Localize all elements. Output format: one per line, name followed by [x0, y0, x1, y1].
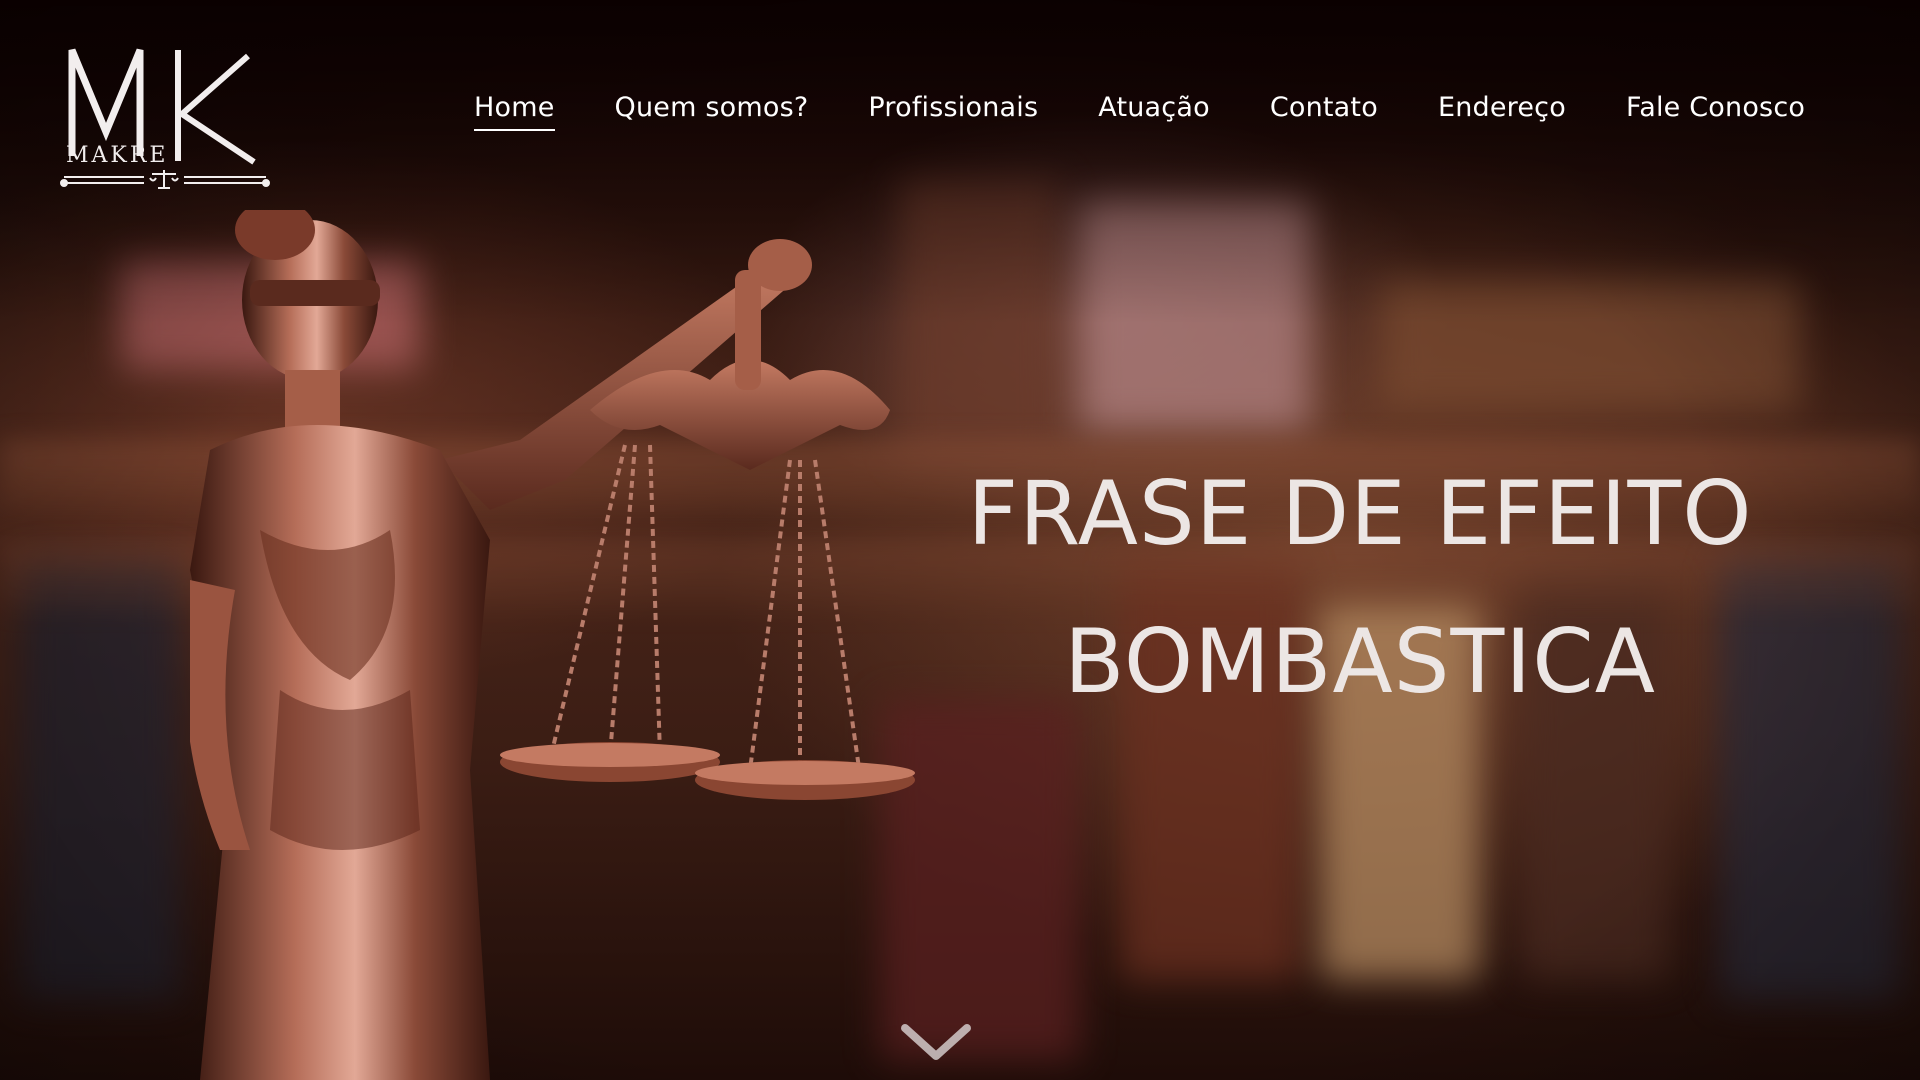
nav-item-endereco[interactable]: Endereço — [1438, 92, 1566, 131]
scales-of-justice-icon — [149, 170, 179, 189]
page: MAKRE Home Quem somos? Profissionais Atu… — [0, 0, 1920, 1080]
chevron-down-icon[interactable] — [899, 1022, 973, 1064]
main-nav: Home Quem somos? Profissionais Atuação C… — [474, 92, 1865, 131]
hero-headline-line-1: FRASE DE EFEITO — [967, 462, 1753, 565]
nav-item-quem-somos[interactable]: Quem somos? — [615, 92, 809, 131]
hero-headline-line-2: BOMBASTICA — [1064, 610, 1656, 713]
lady-justice-statue — [190, 210, 915, 1080]
makre-logo[interactable]: MAKRE — [58, 36, 273, 191]
hero-headline: FRASE DE EFEITO BOMBASTICA — [900, 440, 1820, 736]
logo-wordmark: MAKRE — [66, 143, 168, 168]
nav-item-contato[interactable]: Contato — [1270, 92, 1378, 131]
nav-item-atuacao[interactable]: Atuação — [1098, 92, 1210, 131]
nav-item-fale-conosco[interactable]: Fale Conosco — [1626, 92, 1805, 131]
nav-item-home[interactable]: Home — [474, 92, 555, 131]
nav-item-profissionais[interactable]: Profissionais — [868, 92, 1038, 131]
